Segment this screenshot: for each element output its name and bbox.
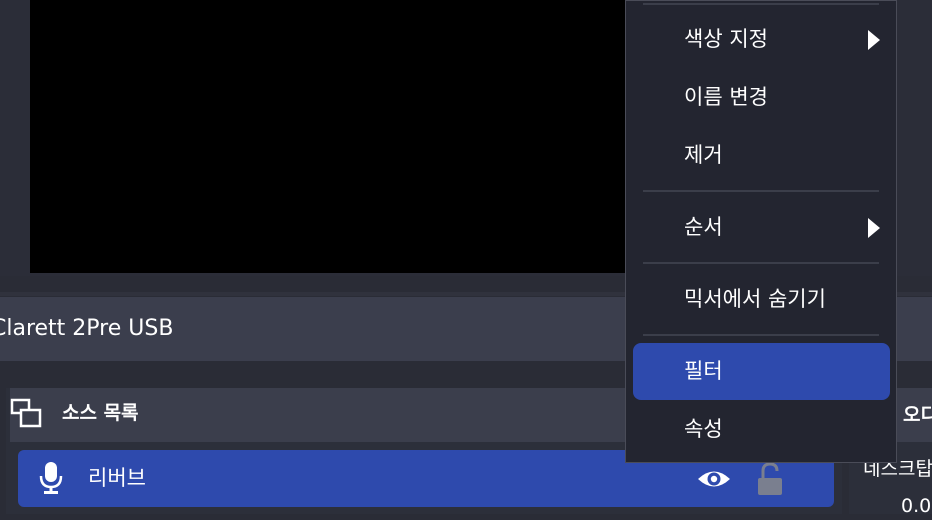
menu-separator xyxy=(643,190,879,192)
audio-mixer-title: 오디 xyxy=(903,404,932,426)
submenu-arrow-icon xyxy=(867,29,881,51)
context-menu: 색상 지정 이름 변경 제거 순서 믹서에서 숨기기 필터 속성 xyxy=(625,0,897,463)
menu-item-label: 필터 xyxy=(684,359,723,383)
menu-item-properties[interactable]: 속성 xyxy=(633,401,890,458)
menu-separator xyxy=(643,262,879,264)
menu-item-label: 순서 xyxy=(684,215,723,239)
menu-item-rename[interactable]: 이름 변경 xyxy=(633,69,890,126)
context-bar-title: Clarett 2Pre USB xyxy=(0,316,174,341)
menu-item-set-color[interactable]: 색상 지정 xyxy=(633,11,890,68)
menu-item-remove[interactable]: 제거 xyxy=(633,127,890,184)
microphone-icon xyxy=(38,461,64,495)
audio-level-value: 0.0 xyxy=(901,495,932,517)
menu-item-label: 믹서에서 숨기기 xyxy=(684,287,826,311)
unlock-icon[interactable] xyxy=(755,462,785,496)
menu-item-label: 이름 변경 xyxy=(684,85,768,109)
sources-icon xyxy=(10,397,42,429)
sources-panel-title: 소스 목록 xyxy=(62,402,139,424)
source-name: 리버브 xyxy=(88,466,146,490)
menu-item-order[interactable]: 순서 xyxy=(633,199,890,256)
menu-separator xyxy=(643,3,879,5)
menu-separator xyxy=(643,334,879,336)
menu-item-label: 색상 지정 xyxy=(684,27,768,51)
menu-item-label: 제거 xyxy=(684,143,723,167)
menu-item-label: 속성 xyxy=(684,417,723,441)
menu-item-filters[interactable]: 필터 xyxy=(633,343,890,400)
eye-icon[interactable] xyxy=(696,464,732,494)
submenu-arrow-icon xyxy=(867,217,881,239)
preview-canvas[interactable] xyxy=(30,0,630,273)
menu-item-hide-in-mixer[interactable]: 믹서에서 숨기기 xyxy=(633,271,890,328)
